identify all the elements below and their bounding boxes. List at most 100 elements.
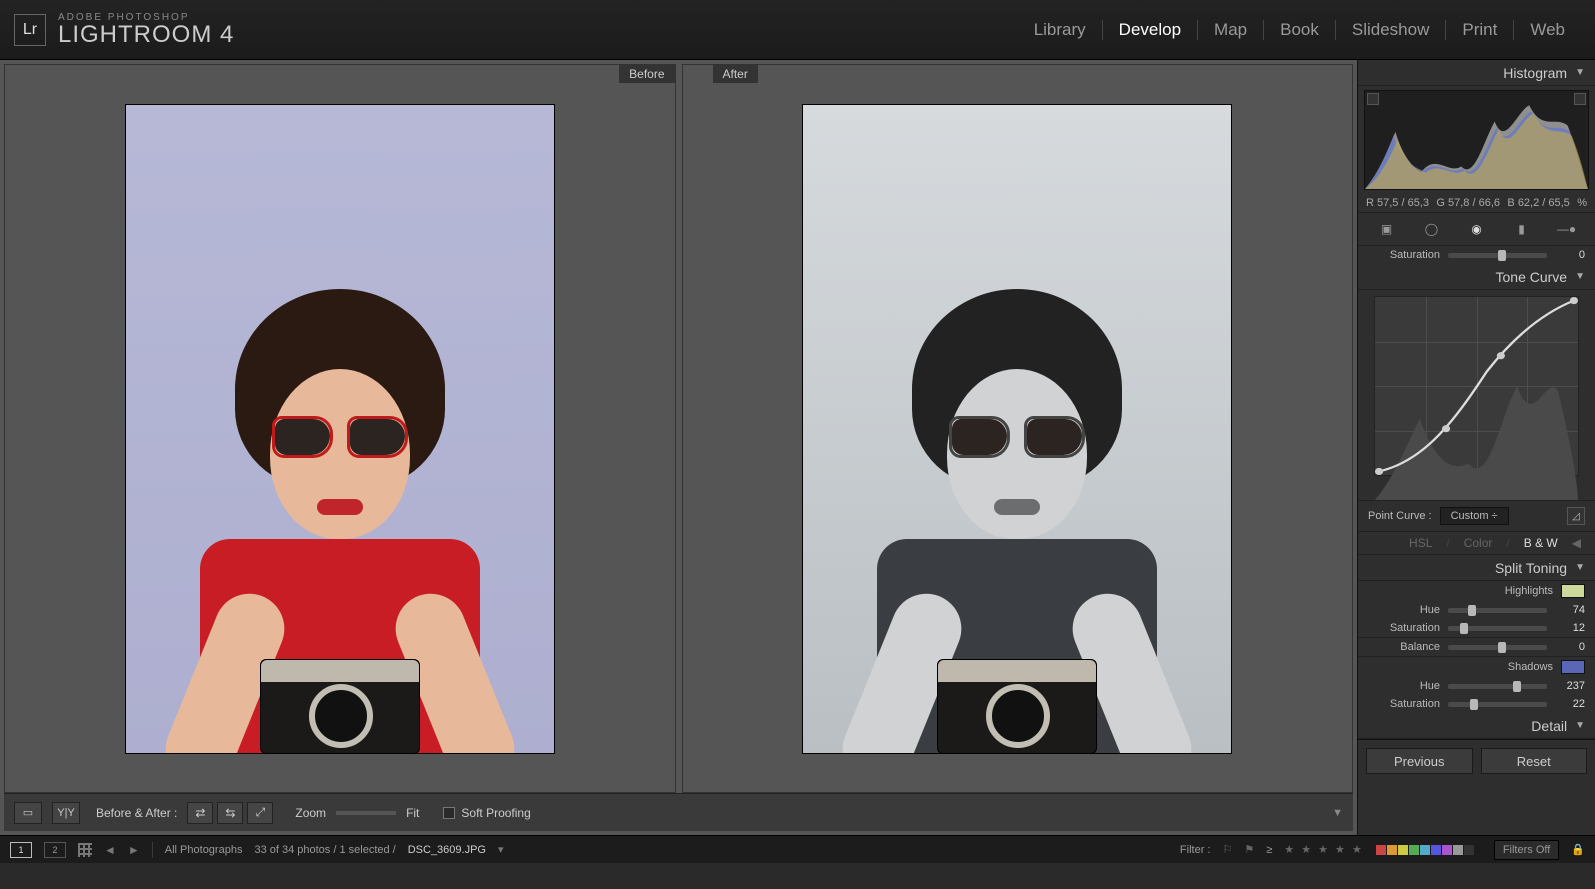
canvas-toolbar: ▭ Y|Y Before & After : ⇄ ⇆ ⤢ Zoom Fit So… xyxy=(4,793,1353,831)
brush-icon[interactable]: ―● xyxy=(1555,217,1579,241)
module-develop[interactable]: Develop xyxy=(1103,20,1198,40)
swap-right-icon[interactable]: ⇆ xyxy=(217,802,243,824)
rgb-readout: R 57,5 / 65,3 G 57,8 / 66,6 B 62,2 / 65,… xyxy=(1358,194,1595,212)
sh-sat-val: 22 xyxy=(1555,698,1585,710)
monitor-1-icon[interactable]: 1 xyxy=(10,842,32,858)
rgb-b: B 62,2 / 65,5 xyxy=(1507,197,1569,209)
main-area: Before After xyxy=(0,60,1595,835)
module-map[interactable]: Map xyxy=(1198,20,1264,40)
balance-label: Balance xyxy=(1368,641,1440,653)
target-adjust-icon[interactable]: ◿ xyxy=(1567,507,1585,525)
before-label: Before xyxy=(619,65,674,83)
module-book[interactable]: Book xyxy=(1264,20,1336,40)
hsl-tabs: HSL/ Color/ B & W ◀ xyxy=(1358,531,1595,555)
after-pane: After xyxy=(682,64,1354,793)
point-curve-label: Point Curve : xyxy=(1368,510,1432,522)
loupe-view-icon[interactable]: ▭ xyxy=(14,802,42,824)
zoom-slider[interactable] xyxy=(336,811,396,815)
spot-heal-icon[interactable]: ◯ xyxy=(1420,217,1444,241)
chevron-down-icon: ▼ xyxy=(1575,562,1585,573)
split-toning-header[interactable]: Split Toning ▼ xyxy=(1358,555,1595,581)
checkbox-icon[interactable] xyxy=(443,807,455,819)
soft-proof-label: Soft Proofing xyxy=(461,806,530,820)
redeye-icon[interactable]: ◉ xyxy=(1465,217,1489,241)
detail-header[interactable]: Detail ▼ xyxy=(1358,713,1595,739)
detail-title: Detail xyxy=(1531,718,1567,734)
toolbar-chevron-icon[interactable]: ▼ xyxy=(1332,807,1343,819)
sh-sat-slider[interactable]: Saturation 22 xyxy=(1358,695,1595,713)
after-photo[interactable] xyxy=(802,104,1232,754)
swap-left-icon[interactable]: ⇄ xyxy=(187,802,213,824)
zoom-fit[interactable]: Fit xyxy=(406,806,419,820)
color-label-chips[interactable] xyxy=(1376,845,1474,855)
grad-filter-icon[interactable]: ▮ xyxy=(1510,217,1534,241)
module-library[interactable]: Library xyxy=(1018,20,1103,40)
crop-icon[interactable]: ▣ xyxy=(1375,217,1399,241)
previous-button[interactable]: Previous xyxy=(1366,748,1473,774)
copy-settings-icon[interactable]: ⤢ xyxy=(247,802,273,824)
point-curve-select[interactable]: Custom ÷ xyxy=(1440,507,1509,525)
monitor-2-icon[interactable]: 2 xyxy=(44,842,66,858)
brand-name: LIGHTROOM 4 xyxy=(58,23,234,47)
shadow-clip-icon[interactable] xyxy=(1367,93,1379,105)
flag-reject-icon[interactable]: ⚑ xyxy=(1244,843,1254,856)
collection-name[interactable]: All Photographs xyxy=(165,844,243,856)
sh-hue-slider[interactable]: Hue 237 xyxy=(1358,677,1595,695)
grid-icon[interactable] xyxy=(78,843,92,857)
compare-row: Before After xyxy=(4,64,1353,793)
chevron-down-icon: ▼ xyxy=(1575,271,1585,282)
soft-proof-toggle[interactable]: Soft Proofing xyxy=(443,806,530,820)
shadows-subheader: Shadows xyxy=(1358,657,1595,677)
shadows-label: Shadows xyxy=(1368,661,1553,673)
right-panel: Histogram ▼ R 57,5 / 65,3 G 57,8 / 66,6 … xyxy=(1357,60,1595,835)
before-after-label: Before & After : xyxy=(96,806,177,820)
histogram-title: Histogram xyxy=(1503,65,1567,81)
sh-hue-val: 237 xyxy=(1555,680,1585,692)
brand-block: ADOBE PHOTOSHOP LIGHTROOM 4 xyxy=(58,13,234,47)
before-after-nav: ⇄ ⇆ ⤢ xyxy=(187,802,273,824)
sat-label: Saturation xyxy=(1368,249,1440,261)
canvas-area: Before After xyxy=(0,60,1357,835)
highlights-swatch[interactable] xyxy=(1561,584,1585,598)
histogram[interactable] xyxy=(1364,90,1589,190)
tone-curve-canvas[interactable] xyxy=(1374,296,1579,476)
before-photo[interactable] xyxy=(125,104,555,754)
hl-hue-val: 74 xyxy=(1555,604,1585,616)
photo-count: 33 of 34 photos / 1 selected / xyxy=(254,844,395,856)
histogram-header[interactable]: Histogram ▼ xyxy=(1358,60,1595,86)
tone-curve-header[interactable]: Tone Curve ▼ xyxy=(1358,264,1595,290)
sh-sat-label: Saturation xyxy=(1368,698,1440,710)
hsl-tab[interactable]: HSL xyxy=(1405,536,1436,550)
rgb-r: R 57,5 / 65,3 xyxy=(1366,197,1429,209)
shadows-swatch[interactable] xyxy=(1561,660,1585,674)
module-slideshow[interactable]: Slideshow xyxy=(1336,20,1447,40)
highlight-clip-icon[interactable] xyxy=(1574,93,1586,105)
module-picker: Library Develop Map Book Slideshow Print… xyxy=(1018,20,1581,40)
rating-stars[interactable]: ★ ★ ★ ★ ★ xyxy=(1284,843,1364,856)
filters-off-button[interactable]: Filters Off xyxy=(1494,840,1559,860)
hl-hue-label: Hue xyxy=(1368,604,1440,616)
reset-button[interactable]: Reset xyxy=(1481,748,1588,774)
after-label: After xyxy=(713,65,758,83)
hl-hue-slider[interactable]: Hue 74 xyxy=(1358,601,1595,619)
balance-slider[interactable]: Balance 0 xyxy=(1358,637,1595,657)
highlights-label: Highlights xyxy=(1368,585,1553,597)
status-bar: 1 2 ◄ ► All Photographs 33 of 34 photos … xyxy=(0,835,1595,863)
before-pane: Before xyxy=(4,64,676,793)
filter-lock-icon[interactable]: 🔒 xyxy=(1571,843,1585,856)
sh-hue-label: Hue xyxy=(1368,680,1440,692)
chevron-down-icon: ▼ xyxy=(1575,720,1585,731)
bw-tab[interactable]: B & W xyxy=(1520,536,1562,550)
color-tab[interactable]: Color xyxy=(1460,536,1497,550)
next-photo-icon[interactable]: ► xyxy=(128,843,140,857)
hl-sat-slider[interactable]: Saturation 12 xyxy=(1358,619,1595,637)
compare-view-icon[interactable]: Y|Y xyxy=(52,802,80,824)
split-toning-title: Split Toning xyxy=(1495,560,1567,576)
filename[interactable]: DSC_3609.JPG xyxy=(408,844,486,856)
module-print[interactable]: Print xyxy=(1446,20,1514,40)
app-header: Lr ADOBE PHOTOSHOP LIGHTROOM 4 Library D… xyxy=(0,0,1595,60)
prev-photo-icon[interactable]: ◄ xyxy=(104,843,116,857)
saturation-partial[interactable]: Saturation 0 xyxy=(1358,246,1595,264)
module-web[interactable]: Web xyxy=(1514,20,1581,40)
flag-pick-icon[interactable]: ⚐ xyxy=(1222,843,1232,856)
